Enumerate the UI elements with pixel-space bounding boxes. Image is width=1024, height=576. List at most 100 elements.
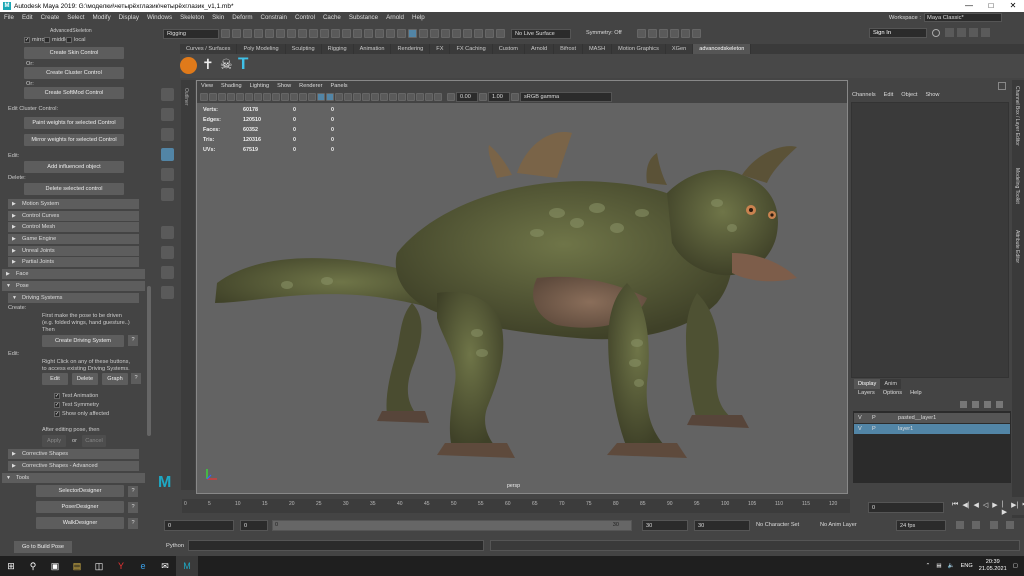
scale-tool-icon[interactable] bbox=[161, 188, 174, 201]
maya-taskbar-icon[interactable]: M bbox=[176, 556, 198, 576]
render-mask-icon[interactable] bbox=[386, 29, 395, 38]
outputs-icon[interactable] bbox=[485, 29, 494, 38]
symmetry-dropdown[interactable]: Symmetry: Off bbox=[583, 28, 631, 39]
range-bar[interactable]: 0 30 bbox=[272, 520, 632, 531]
vp-menu-show[interactable]: Show bbox=[273, 83, 295, 89]
rotate-tool-icon[interactable] bbox=[161, 168, 174, 181]
gamma-field[interactable]: 1.00 bbox=[488, 92, 510, 102]
menu-substance[interactable]: Substance bbox=[345, 14, 382, 21]
walk-help-button[interactable]: ? bbox=[128, 518, 138, 529]
xray-joints-icon[interactable] bbox=[425, 93, 433, 101]
shadows-icon[interactable] bbox=[362, 93, 370, 101]
safe-title-icon[interactable] bbox=[308, 93, 316, 101]
move-tool-icon[interactable] bbox=[161, 148, 174, 161]
skull-icon[interactable]: ☠ bbox=[220, 56, 233, 73]
shelf-tab-curves[interactable]: Curves / Surfaces bbox=[180, 44, 238, 54]
image-plane-icon[interactable] bbox=[227, 93, 235, 101]
layer-move-down-icon[interactable] bbox=[972, 401, 979, 408]
paint-weights-button[interactable]: Paint weights for selected Control bbox=[24, 117, 124, 129]
shelf-tab-motion-graphics[interactable]: Motion Graphics bbox=[612, 44, 666, 54]
gate-mask-icon[interactable] bbox=[281, 93, 289, 101]
camera-select-icon[interactable] bbox=[200, 93, 208, 101]
middle-checkbox[interactable] bbox=[44, 37, 50, 43]
layout-side-icon[interactable] bbox=[161, 266, 174, 279]
side-tab-attribute-editor[interactable]: Attribute Editor bbox=[1014, 230, 1020, 263]
exposure-icon[interactable] bbox=[447, 93, 455, 101]
explorer-icon[interactable]: ▤ bbox=[66, 556, 88, 576]
menu-constrain[interactable]: Constrain bbox=[257, 14, 291, 21]
section-pose[interactable]: Pose bbox=[2, 281, 145, 291]
vp-menu-panels[interactable]: Panels bbox=[327, 83, 352, 89]
creature-model[interactable] bbox=[197, 103, 847, 493]
menu-control[interactable]: Control bbox=[291, 14, 319, 21]
menu-create[interactable]: Create bbox=[37, 14, 64, 21]
step-forward-key-icon[interactable]: ▶| bbox=[1011, 501, 1018, 516]
windows-start-icon[interactable]: ⊞ bbox=[0, 556, 22, 576]
create-skin-control-button[interactable]: Create Skin Control bbox=[24, 47, 124, 59]
isolate-icon[interactable] bbox=[407, 93, 415, 101]
render-settings-icon[interactable] bbox=[670, 29, 679, 38]
shelf-tab-custom[interactable]: Custom bbox=[493, 44, 525, 54]
search-icon[interactable]: ⚲ bbox=[22, 556, 44, 576]
select-object-icon[interactable] bbox=[287, 29, 296, 38]
menu-skeleton[interactable]: Skeleton bbox=[176, 14, 208, 21]
arnold-render-icon[interactable] bbox=[692, 29, 701, 38]
layer-visibility-toggle[interactable]: V bbox=[858, 413, 862, 423]
toggle-tool-settings-icon[interactable] bbox=[969, 28, 978, 37]
toggle-layers-icon[interactable] bbox=[981, 28, 990, 37]
menu-cache[interactable]: Cache bbox=[319, 14, 345, 21]
character-set-dropdown[interactable]: No Character Set bbox=[756, 522, 799, 528]
playback-end-field[interactable]: 30 bbox=[642, 520, 688, 531]
play-forward-icon[interactable]: ▶ bbox=[992, 501, 997, 516]
viewport-persp[interactable]: View Shading Lighting Show Renderer Pane… bbox=[196, 80, 848, 494]
left-panel-scrollbar[interactable] bbox=[147, 286, 151, 436]
colorspace-dropdown[interactable]: sRGB gamma bbox=[520, 92, 612, 102]
layer-move-up-icon[interactable] bbox=[960, 401, 967, 408]
minimize-icon[interactable]: — bbox=[958, 0, 980, 12]
command-input[interactable] bbox=[188, 540, 484, 551]
smooth-shade-icon[interactable] bbox=[326, 93, 334, 101]
vp-menu-renderer[interactable]: Renderer bbox=[295, 83, 326, 89]
workspace-dropdown[interactable]: Maya Classic* bbox=[924, 13, 1002, 22]
paint-select-icon[interactable] bbox=[161, 128, 174, 141]
snap-grid-icon[interactable] bbox=[408, 29, 417, 38]
menuset-dropdown[interactable]: Rigging bbox=[163, 28, 219, 39]
graph-driving-button[interactable]: Graph bbox=[102, 373, 128, 385]
section-control-mesh[interactable]: Control Mesh bbox=[8, 222, 139, 232]
dof-icon[interactable] bbox=[398, 93, 406, 101]
layout-persp-outliner-icon[interactable] bbox=[161, 286, 174, 299]
menu-skin[interactable]: Skin bbox=[208, 14, 228, 21]
skeleton-joint-icon[interactable]: ✝ bbox=[202, 56, 214, 73]
chan-menu-channels[interactable]: Channels bbox=[848, 92, 880, 102]
shelf-tab-advancedskeleton[interactable]: advancedskeleton bbox=[693, 44, 752, 54]
menu-select[interactable]: Select bbox=[63, 14, 88, 21]
apply-button[interactable]: Apply bbox=[42, 435, 66, 447]
step-forward-icon[interactable]: |▶ bbox=[1002, 501, 1007, 516]
section-corrective-advanced[interactable]: Corrective Shapes - Advanced bbox=[8, 461, 139, 471]
save-scene-icon[interactable] bbox=[243, 29, 252, 38]
yandex-browser-icon[interactable]: Y bbox=[110, 556, 132, 576]
shelf-tab-bifrost[interactable]: Bifrost bbox=[554, 44, 583, 54]
layer-menu-layers[interactable]: Layers bbox=[854, 390, 879, 396]
poser-designer-button[interactable]: PoserDesigner bbox=[36, 501, 124, 513]
wireframe-icon[interactable] bbox=[317, 93, 325, 101]
layer-playback-toggle[interactable]: P bbox=[872, 424, 876, 434]
textured-icon[interactable] bbox=[344, 93, 352, 101]
step-back-key-icon[interactable]: ◀| bbox=[962, 501, 969, 516]
hypershade-icon[interactable] bbox=[681, 29, 690, 38]
edit-help-button[interactable]: ? bbox=[131, 373, 141, 384]
shelf-tab-fx-caching[interactable]: FX Caching bbox=[450, 44, 493, 54]
new-layer-selected-icon[interactable] bbox=[996, 401, 1003, 408]
mirror-checkbox[interactable]: ✓ bbox=[24, 37, 30, 43]
pick-mask-icon[interactable] bbox=[320, 29, 329, 38]
gamma-icon[interactable] bbox=[479, 93, 487, 101]
surface-mask-icon[interactable] bbox=[353, 29, 362, 38]
layer-row-pasted[interactable]: V P pasted__layer1 bbox=[854, 413, 1010, 423]
shelf-tab-rigging[interactable]: Rigging bbox=[322, 44, 354, 54]
shelf-tab-rendering[interactable]: Rendering bbox=[391, 44, 431, 54]
advancedskeleton-5-icon[interactable] bbox=[180, 57, 197, 74]
camera-attr-icon[interactable] bbox=[209, 93, 217, 101]
xray-icon[interactable] bbox=[416, 93, 424, 101]
shelf-tab-animation[interactable]: Animation bbox=[354, 44, 392, 54]
preferences-icon[interactable] bbox=[1006, 521, 1014, 529]
